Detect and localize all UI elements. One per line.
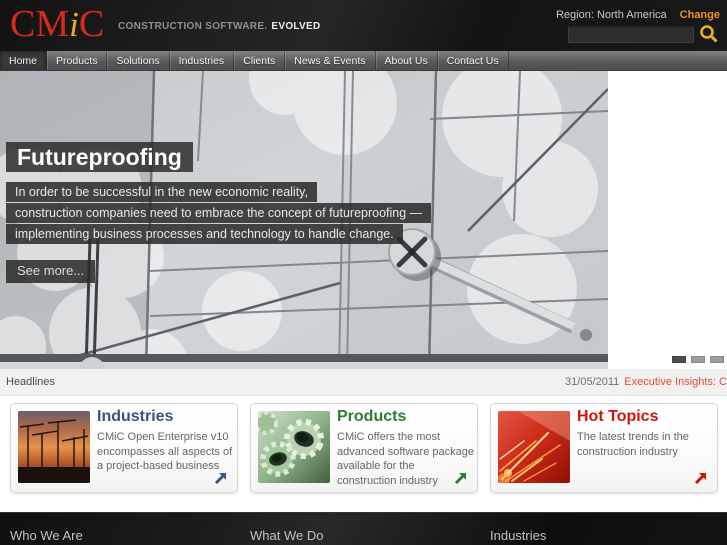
- see-more-link[interactable]: See more...: [6, 260, 96, 283]
- products-card-title: Products: [337, 408, 407, 425]
- nav-item-about-us[interactable]: About Us: [376, 51, 438, 70]
- nav-item-contact-us[interactable]: Contact Us: [438, 51, 509, 70]
- industries-card-text: CMiC Open Enterprise v10 encompasses all…: [97, 431, 233, 473]
- hot-topics-card-title: Hot Topics: [577, 408, 659, 425]
- site-footer: Who We Are What We Do Industries: [0, 512, 727, 545]
- carousel-dot-3[interactable]: [710, 356, 724, 363]
- carousel-dots: [672, 356, 724, 363]
- tagline-secondary: EVOLVED: [271, 21, 321, 32]
- nav-item-home[interactable]: Home: [0, 51, 48, 70]
- tagline-primary: CONSTRUCTION SOFTWARE.: [118, 21, 268, 32]
- hero-line-3: implementing business processes and tech…: [6, 224, 403, 244]
- hero-line-2: construction companies need to embrace t…: [6, 203, 432, 223]
- hot-topics-card-text: The latest trends in the construction in…: [577, 431, 689, 458]
- logo-c: C: [78, 3, 105, 45]
- industries-card[interactable]: Industries CMiC Open Enterprise v10 enco…: [10, 403, 238, 493]
- headline-item: 31/05/2011 Executive Insights: C: [565, 376, 727, 388]
- logo-cm: CM: [10, 3, 70, 45]
- cmic-logo[interactable]: CMiC: [10, 4, 104, 45]
- site-header: CMiC CONSTRUCTION SOFTWARE. EVOLVED Regio…: [0, 0, 727, 51]
- main-nav: Home Products Solutions Industries Clien…: [0, 51, 727, 71]
- hero-description: In order to be successful in the new eco…: [6, 182, 432, 245]
- tagline: CONSTRUCTION SOFTWARE. EVOLVED: [118, 21, 321, 32]
- red-sparks-photo: [498, 411, 570, 483]
- headlines-label: Headlines: [6, 376, 55, 388]
- arrow-up-right-icon[interactable]: [213, 470, 229, 486]
- nav-item-products[interactable]: Products: [47, 51, 108, 70]
- hot-topics-card[interactable]: Hot Topics The latest trends in the cons…: [490, 403, 718, 493]
- green-gears-photo: [258, 411, 330, 483]
- hero-line-1: In order to be successful in the new eco…: [6, 182, 317, 202]
- products-card[interactable]: Products CMiC offers the most advanced s…: [250, 403, 478, 493]
- nav-item-news-events[interactable]: News & Events: [285, 51, 376, 70]
- nav-item-clients[interactable]: Clients: [234, 51, 286, 70]
- change-region-link[interactable]: Change: [680, 9, 720, 21]
- headline-date: 31/05/2011: [565, 376, 620, 388]
- nav-item-industries[interactable]: Industries: [170, 51, 235, 70]
- hero-title: Futureproofing: [6, 142, 193, 172]
- page: CMiC CONSTRUCTION SOFTWARE. EVOLVED Regio…: [0, 0, 727, 545]
- search-input[interactable]: [568, 26, 694, 43]
- region-label: Region: North America: [555, 9, 667, 21]
- hero-banner: Futureproofing In order to be successful…: [0, 71, 608, 369]
- headline-link[interactable]: Executive Insights: C: [624, 376, 727, 388]
- arrow-up-right-icon[interactable]: [453, 470, 469, 486]
- footer-heading-industries: Industries: [490, 528, 547, 543]
- industries-card-title: Industries: [97, 408, 174, 425]
- footer-heading-what-we-do: What We Do: [250, 528, 324, 543]
- carousel-dot-2[interactable]: [691, 356, 705, 363]
- logo-i: i: [69, 5, 79, 44]
- search-icon: [698, 25, 720, 47]
- arrow-up-right-icon[interactable]: [693, 470, 709, 486]
- nav-item-solutions[interactable]: Solutions: [107, 51, 170, 70]
- region-row: Region: North America Change: [556, 9, 720, 21]
- search-button[interactable]: [697, 24, 721, 46]
- carousel-dot-1[interactable]: [672, 356, 686, 363]
- headlines-bar: Headlines 31/05/2011 Executive Insights:…: [0, 369, 727, 396]
- footer-heading-who-we-are: Who We Are: [10, 528, 83, 543]
- construction-cranes-photo: [18, 411, 90, 483]
